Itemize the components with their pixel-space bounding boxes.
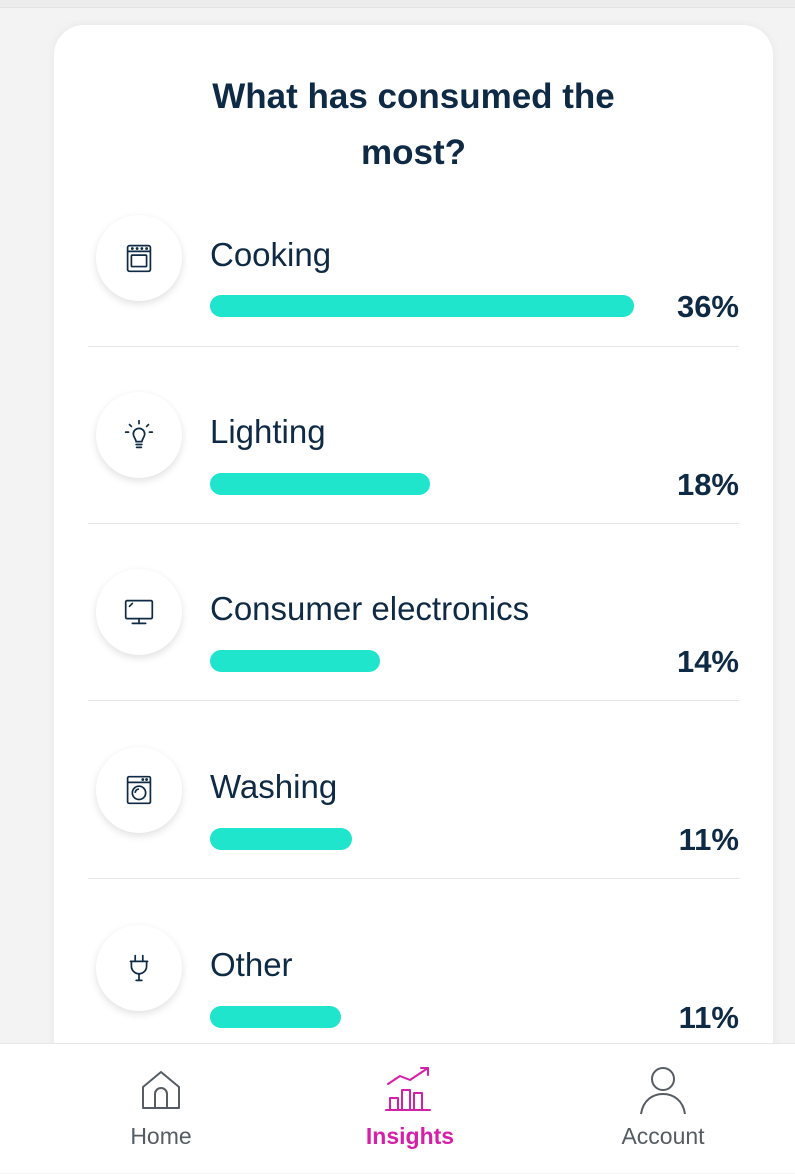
usage-bar-fill — [210, 473, 431, 495]
category-label: Consumer electronics — [210, 590, 530, 627]
status-strip — [0, 0, 795, 8]
nav-account[interactable]: Account — [563, 1044, 763, 1174]
percent-value: 14% — [676, 644, 739, 679]
bottom-nav: Home Insights Account — [0, 1043, 795, 1173]
usage-bar-fill — [210, 650, 380, 672]
percent-value: 36% — [676, 289, 739, 324]
list-item-consumer-electronics: Consumer electronics 14% — [88, 569, 739, 745]
category-label: Cooking — [210, 236, 332, 273]
nav-insights[interactable]: Insights — [310, 1044, 510, 1174]
account-person-icon — [640, 1067, 686, 1115]
monitor-icon — [96, 569, 182, 655]
divider — [88, 878, 739, 879]
home-icon — [142, 1071, 180, 1109]
usage-bar-fill — [210, 1006, 342, 1028]
percent-value: 11% — [678, 1000, 739, 1035]
usage-bar — [210, 1006, 634, 1028]
card-title: What has consumed the most? — [212, 77, 615, 172]
usage-bar-fill — [210, 295, 634, 317]
lightbulb-icon — [96, 392, 182, 478]
divider — [88, 523, 739, 524]
nav-insights-label: Insights — [365, 1123, 455, 1149]
nav-home-label: Home — [130, 1123, 192, 1149]
usage-bar — [210, 828, 634, 850]
category-label: Other — [210, 946, 293, 983]
nav-home[interactable]: Home — [61, 1044, 261, 1174]
nav-account-label: Account — [621, 1123, 705, 1149]
usage-bar — [210, 473, 634, 495]
divider — [88, 700, 739, 701]
insights-screen: What has consumed the most? Cooking 36% — [0, 0, 795, 1173]
usage-bar — [210, 295, 634, 317]
list-item-lighting: Lighting 18% — [88, 392, 739, 568]
category-label: Washing — [210, 768, 338, 805]
oven-icon — [96, 215, 182, 301]
category-label: Lighting — [210, 413, 326, 450]
insights-chart-icon — [385, 1067, 431, 1111]
list-item-washing: Washing 11% — [88, 747, 739, 923]
list-item-cooking: Cooking 36% — [88, 215, 739, 391]
plug-icon — [96, 925, 182, 1011]
usage-bar — [210, 650, 634, 672]
divider — [88, 346, 739, 347]
usage-bar-fill — [210, 828, 353, 850]
consumption-card: What has consumed the most? Cooking 36% — [54, 25, 773, 1085]
percent-value: 11% — [678, 822, 739, 857]
washing-machine-icon — [96, 747, 182, 833]
percent-value: 18% — [676, 467, 739, 502]
